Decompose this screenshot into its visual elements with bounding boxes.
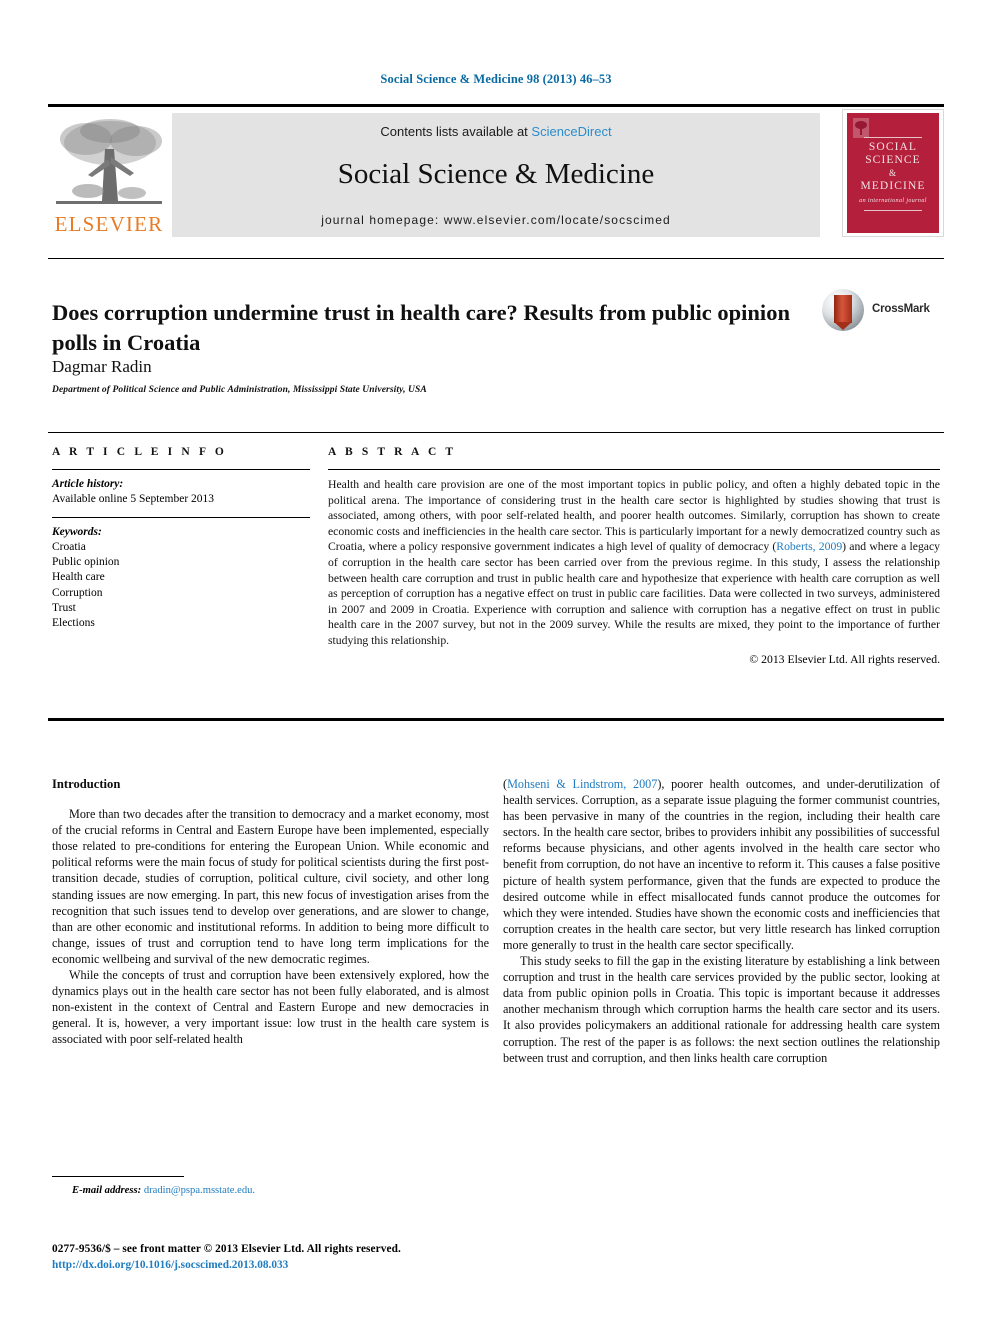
elsevier-logo: ELSEVIER xyxy=(48,113,170,237)
body-paragraph: More than two decades after the transiti… xyxy=(52,807,489,966)
paragraph-rest: ), poorer health outcomes, and under-der… xyxy=(503,777,940,952)
abstract-citation-roberts[interactable]: Roberts, 2009 xyxy=(776,540,842,553)
journal-masthead: ELSEVIER Contents lists available at Sci… xyxy=(48,104,944,239)
abstract-band-bottom-divider xyxy=(48,718,944,721)
keyword-item: Trust xyxy=(52,601,76,614)
cover-line-1: SOCIAL xyxy=(868,141,918,153)
citation-mohseni-lindstrom[interactable]: Mohseni & Lindstrom, 2007 xyxy=(507,777,657,791)
article-info-divider-1 xyxy=(52,469,310,470)
article-info-heading: A R T I C L E I N F O xyxy=(52,446,227,458)
email-address-link[interactable]: dradin@pspa.msstate.edu. xyxy=(144,1185,255,1196)
article-info-column: A R T I C L E I N F O Article history: A… xyxy=(52,446,310,631)
article-info-divider-2 xyxy=(52,517,310,518)
cover-tagline: an international journal xyxy=(859,198,927,204)
footnote-divider xyxy=(52,1176,184,1177)
crossmark-icon xyxy=(822,289,864,331)
abstract-column: A B S T R A C T Health and health care p… xyxy=(328,446,940,667)
body-paragraph: While the concepts of trust and corrupti… xyxy=(52,968,489,1047)
keywords-list: Croatia Public opinion Health care Corru… xyxy=(52,540,310,631)
section-heading-introduction: Introduction xyxy=(52,777,121,791)
body-column-left: Introduction More than two decades after… xyxy=(52,776,489,1048)
author-affiliation: Department of Political Science and Publ… xyxy=(52,385,427,395)
issn-copyright-line: 0277-9536/$ – see front matter © 2013 El… xyxy=(52,1243,401,1255)
sciencedirect-link[interactable]: ScienceDirect xyxy=(531,124,611,139)
keyword-item: Health care xyxy=(52,571,105,584)
masthead-banner: Contents lists available at ScienceDirec… xyxy=(172,113,820,237)
abstract-copyright: © 2013 Elsevier Ltd. All rights reserved… xyxy=(749,652,940,666)
running-head: Social Science & Medicine 98 (2013) 46–5… xyxy=(380,72,612,86)
contents-prefix: Contents lists available at xyxy=(380,124,532,139)
email-label: E-mail address: xyxy=(72,1185,142,1196)
cover-line-2: SCIENCE xyxy=(865,154,921,166)
doi-link[interactable]: http://dx.doi.org/10.1016/j.socscimed.20… xyxy=(52,1259,288,1271)
keywords-label: Keywords: xyxy=(52,526,102,538)
keyword-item: Elections xyxy=(52,617,95,630)
crossmark-book-icon xyxy=(834,295,852,330)
elsevier-tree-icon xyxy=(48,113,170,217)
abstract-heading: A B S T R A C T xyxy=(328,446,457,458)
contents-available-line: Contents lists available at ScienceDirec… xyxy=(172,124,820,139)
article-page: Social Science & Medicine 98 (2013) 46–5… xyxy=(0,0,992,1323)
cover-line-3: MEDICINE xyxy=(860,180,926,192)
journal-cover-thumbnail: SOCIAL SCIENCE & MEDICINE an internation… xyxy=(842,109,944,237)
cover-title-text: SOCIAL SCIENCE & MEDICINE an internation… xyxy=(847,135,939,214)
corresponding-email: E-mail address: dradin@pspa.msstate.edu. xyxy=(72,1185,255,1196)
abstract-part-2: ) and where a legacy of corruption in th… xyxy=(328,540,941,647)
journal-title: Social Science & Medicine xyxy=(337,158,655,190)
page-title: Does corruption undermine trust in healt… xyxy=(52,300,790,356)
keyword-item: Corruption xyxy=(52,586,103,599)
journal-cover-art: SOCIAL SCIENCE & MEDICINE an internation… xyxy=(847,113,939,233)
keyword-item: Public opinion xyxy=(52,556,120,569)
body-column-right: (Mohseni & Lindstrom, 2007), poorer heal… xyxy=(503,776,940,1066)
keyword-item: Croatia xyxy=(52,541,86,553)
abstract-band-top-divider xyxy=(48,432,944,433)
journal-homepage-link[interactable]: journal homepage: www.elsevier.com/locat… xyxy=(172,213,820,227)
title-divider xyxy=(48,258,944,259)
cover-ampersand: & xyxy=(888,168,898,178)
body-paragraph: This study seeks to fill the gap in the … xyxy=(503,954,940,1065)
crossmark-label: CrossMark xyxy=(872,303,930,315)
abstract-divider xyxy=(328,469,940,470)
crossmark-badge[interactable]: CrossMark xyxy=(822,289,932,333)
body-paragraph: (Mohseni & Lindstrom, 2007), poorer heal… xyxy=(503,776,940,953)
abstract-body: Health and health care provision are one… xyxy=(328,477,940,649)
elsevier-wordmark: ELSEVIER xyxy=(54,212,164,236)
author-name: Dagmar Radin xyxy=(52,357,152,376)
article-history-value: Available online 5 September 2013 xyxy=(52,493,215,505)
article-history-label: Article history: xyxy=(52,478,124,490)
